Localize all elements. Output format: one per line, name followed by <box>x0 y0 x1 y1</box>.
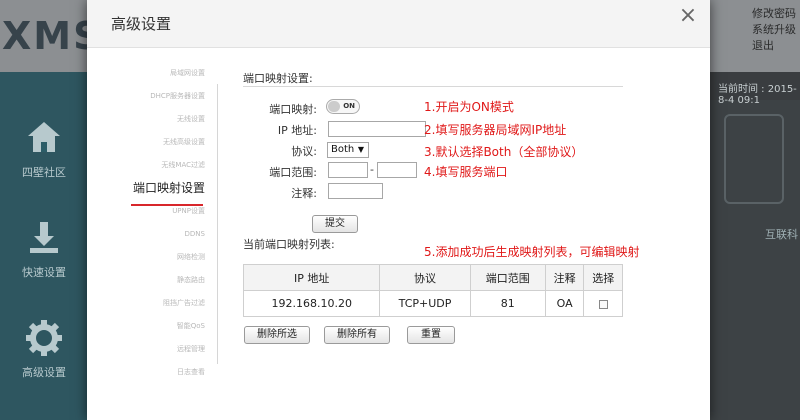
menu-item-dhcp[interactable]: DHCP服务器设置 <box>101 85 211 108</box>
protocol-label: 协议: <box>291 145 317 158</box>
cell-select <box>583 290 623 317</box>
menu-item-lan[interactable]: 局域网设置 <box>101 62 211 85</box>
annotation-step-2: 2.填写服务器局域网IP地址 <box>424 123 567 137</box>
cell-note: OA <box>544 290 585 317</box>
nav-item-label: 四壁社区 <box>22 166 66 179</box>
section-divider <box>243 86 623 87</box>
col-note: 注释 <box>544 264 585 291</box>
reset-button[interactable]: 重置 <box>407 326 455 344</box>
toggle-knob <box>328 101 340 112</box>
port-mapping-label: 端口映射: <box>269 103 317 116</box>
nav-item-label: 高级设置 <box>22 366 66 379</box>
port-range-separator: - <box>370 163 374 176</box>
note-label: 注释: <box>291 187 317 200</box>
col-ip-address: IP 地址 <box>242 264 381 291</box>
mapping-list-title: 当前端口映射列表: <box>243 238 335 251</box>
ip-address-input[interactable] <box>328 121 426 137</box>
advanced-settings-dialog: 高级设置 × 局域网设置 DHCP服务器设置 无线设置 无线高级设置 无线MAC… <box>87 0 710 420</box>
menu-item-wireless-advanced[interactable]: 无线高级设置 <box>101 131 211 154</box>
delete-selected-button[interactable]: 删除所选 <box>244 326 310 344</box>
mapping-table: IP 地址 协议 端口范围 注释 选择 192.168.10.20 TCP+UD… <box>242 264 623 317</box>
menu-item-qos[interactable]: 智能QoS <box>101 315 211 338</box>
port-end-input[interactable] <box>377 162 417 178</box>
port-range-label: 端口范围: <box>269 166 317 179</box>
menu-item-log[interactable]: 日志查看 <box>101 361 211 384</box>
nav-item-quick-setup[interactable]: 快速设置 <box>0 218 88 280</box>
protocol-selected: Both <box>331 144 355 155</box>
cell-port-range: 81 <box>469 290 546 317</box>
menu-item-wireless[interactable]: 无线设置 <box>101 108 211 131</box>
background-right-label: 互联科 <box>765 228 798 241</box>
delete-all-button[interactable]: 删除所有 <box>324 326 390 344</box>
menu-item-ddns[interactable]: DDNS <box>101 223 211 246</box>
col-protocol: 协议 <box>379 264 471 291</box>
change-password-link[interactable]: 修改密码 <box>752 6 796 22</box>
annotation-step-4: 4.填写服务端口 <box>424 165 508 179</box>
annotation-step-5: 5.添加成功后生成映射列表，可编辑映射 <box>424 245 640 259</box>
annotation-step-3: 3.默认选择Both（全部协议） <box>424 145 584 159</box>
menu-item-mac-filter[interactable]: 无线MAC过滤 <box>101 154 211 177</box>
system-upgrade-link[interactable]: 系统升级 <box>752 22 796 38</box>
row-select-checkbox[interactable] <box>598 299 608 309</box>
cell-ip-address: 192.168.10.20 <box>242 290 381 317</box>
active-menu-underline <box>131 204 203 206</box>
dialog-title: 高级设置 <box>111 15 172 33</box>
table-row[interactable]: 192.168.10.20 TCP+UDP 81 OA <box>242 290 623 317</box>
table-header-row: IP 地址 协议 端口范围 注释 选择 <box>242 264 623 291</box>
protocol-select[interactable]: Both ▼ <box>327 142 369 158</box>
nav-item-label: 快速设置 <box>22 266 66 279</box>
close-icon[interactable]: × <box>677 5 699 28</box>
menu-item-port-mapping[interactable]: 端口映射设置 <box>101 177 211 200</box>
menu-item-remote[interactable]: 远程管理 <box>101 338 211 361</box>
background-card <box>724 114 784 204</box>
col-select: 选择 <box>583 264 623 291</box>
toggle-state: ON <box>343 102 355 110</box>
port-start-input[interactable] <box>328 162 368 178</box>
note-input[interactable] <box>328 183 383 199</box>
section-title: 端口映射设置: <box>243 72 313 85</box>
gear-icon <box>26 320 62 356</box>
settings-menu: 局域网设置 DHCP服务器设置 无线设置 无线高级设置 无线MAC过滤 端口映射… <box>101 62 211 384</box>
background-top-links: 修改密码 系统升级 退出 <box>752 6 796 54</box>
logout-link[interactable]: 退出 <box>752 38 796 54</box>
download-icon <box>30 222 58 253</box>
home-icon <box>28 122 60 152</box>
ip-address-label: IP 地址: <box>277 124 317 137</box>
col-port-range: 端口范围 <box>469 264 546 291</box>
menu-item-ad-filter[interactable]: 阻挡广告过滤 <box>101 292 211 315</box>
menu-divider <box>217 84 218 364</box>
annotation-step-1: 1.开启为ON模式 <box>424 100 514 114</box>
menu-item-static-route[interactable]: 静态路由 <box>101 269 211 292</box>
cell-protocol: TCP+UDP <box>379 290 471 317</box>
nav-item-community[interactable]: 四壁社区 <box>0 118 88 180</box>
dialog-header: 高级设置 <box>87 0 710 48</box>
background-time: 当前时间 : 2015-8-4 09:1 <box>718 84 797 106</box>
submit-button[interactable]: 提交 <box>312 215 358 233</box>
menu-item-network-check[interactable]: 网络检测 <box>101 246 211 269</box>
nav-item-advanced-settings[interactable]: 高级设置 <box>0 318 88 380</box>
chevron-down-icon: ▼ <box>357 145 364 154</box>
port-mapping-toggle[interactable]: ON <box>326 99 360 114</box>
